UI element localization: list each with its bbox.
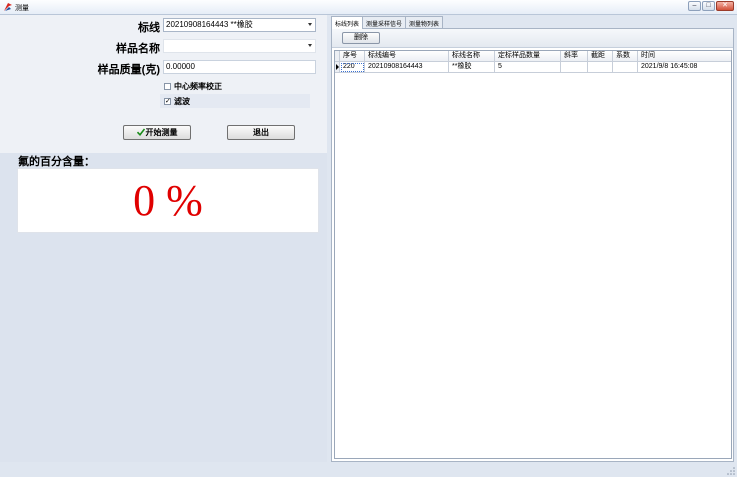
center-frequency-option[interactable]: 中心频率校正: [160, 79, 310, 93]
start-measurement-button[interactable]: 开始测量: [123, 125, 191, 140]
chevron-down-icon: [308, 23, 312, 26]
column-header[interactable]: 截距: [588, 51, 613, 62]
column-header[interactable]: 定标样品数量: [495, 51, 561, 62]
checkmark-icon: [136, 128, 145, 136]
toolbar: 删除: [332, 29, 733, 48]
table-header-row: 序号 标线编号 标线名称 定标样品数量 斜率 截距 系数 时间: [335, 51, 731, 62]
maximize-button[interactable]: □: [702, 1, 715, 11]
sample-name-select[interactable]: [163, 39, 316, 53]
table-cell[interactable]: [561, 62, 588, 73]
table-cell[interactable]: 20210908164443: [365, 62, 449, 73]
table-cell[interactable]: 220: [340, 62, 365, 73]
column-header[interactable]: 序号: [340, 51, 365, 62]
center-frequency-label: 中心频率校正: [174, 81, 222, 91]
sample-name-label: 样品名称: [116, 43, 160, 55]
app-logo-icon: [4, 3, 12, 11]
resize-grip-icon[interactable]: [727, 467, 735, 475]
exit-button[interactable]: 退出: [227, 125, 295, 140]
result-display: 0 %: [17, 168, 319, 233]
filter-checkbox[interactable]: ✓: [164, 97, 171, 105]
title-bar: 测量 – □ ✕: [0, 0, 737, 15]
window-controls: – □ ✕: [688, 1, 734, 11]
standard-line-label: 标线: [138, 22, 160, 34]
table-cell[interactable]: [613, 62, 638, 73]
sample-mass-label: 样品质量(克): [97, 64, 160, 76]
column-header[interactable]: 斜率: [561, 51, 588, 62]
sample-mass-input[interactable]: 0.00000: [163, 60, 316, 74]
standard-line-table: 序号 标线编号 标线名称 定标样品数量 斜率 截距 系数 时间 220 2021…: [334, 50, 732, 459]
chevron-down-icon: [308, 44, 312, 47]
measurement-form: 标线 20210908164443 **橡胶 样品名称 样品质量(克) 0.00…: [0, 15, 327, 153]
measurement-panel: 标线 20210908164443 **橡胶 样品名称 样品质量(克) 0.00…: [0, 15, 327, 477]
tab-measured-list[interactable]: 测量物列表: [405, 16, 444, 28]
minimize-button[interactable]: –: [688, 1, 701, 11]
fluorine-percentage-label: 氟的百分含量：: [18, 155, 95, 168]
window-title: 测量: [15, 5, 29, 12]
standard-line-value: 20210908164443 **橡胶: [166, 20, 253, 29]
close-button[interactable]: ✕: [716, 1, 734, 11]
column-header[interactable]: 标线编号: [365, 51, 449, 62]
standard-line-select[interactable]: 20210908164443 **橡胶: [163, 18, 316, 32]
delete-button[interactable]: 删除: [342, 32, 380, 44]
column-header[interactable]: 时间: [638, 51, 731, 62]
filter-option[interactable]: ✓ 滤波: [160, 94, 310, 108]
center-frequency-checkbox[interactable]: [164, 82, 171, 90]
table-cell[interactable]: **橡胶: [449, 62, 495, 73]
table-cell[interactable]: [588, 62, 613, 73]
standard-line-tab-panel: 删除 序号 标线编号 标线名称 定标样品数量 斜率 截距 系数 时间 220 2…: [331, 28, 734, 462]
column-header[interactable]: 系数: [613, 51, 638, 62]
start-measurement-label: 开始测量: [145, 128, 178, 137]
tab-standard-line-list[interactable]: 标线列表: [331, 16, 364, 29]
row-pointer-icon: [336, 64, 339, 70]
table-cell[interactable]: 5: [495, 62, 561, 73]
row-header[interactable]: [335, 62, 340, 73]
list-panel: 标线列表 测量采样信号 测量物列表 删除 序号 标线编号 标线名称 定标样品数量…: [329, 15, 735, 462]
table-cell[interactable]: 2021/9/8 16:45:08: [638, 62, 731, 73]
column-header[interactable]: 标线名称: [449, 51, 495, 62]
header-corner: [335, 51, 340, 62]
status-bar: [0, 462, 737, 477]
table-row[interactable]: 220 20210908164443 **橡胶 5 2021/9/8 16:45…: [335, 62, 731, 73]
fluorine-percentage-value: 0 %: [133, 176, 203, 225]
filter-label: 滤波: [174, 96, 190, 106]
tab-sampling-signal[interactable]: 测量采样信号: [362, 16, 407, 28]
